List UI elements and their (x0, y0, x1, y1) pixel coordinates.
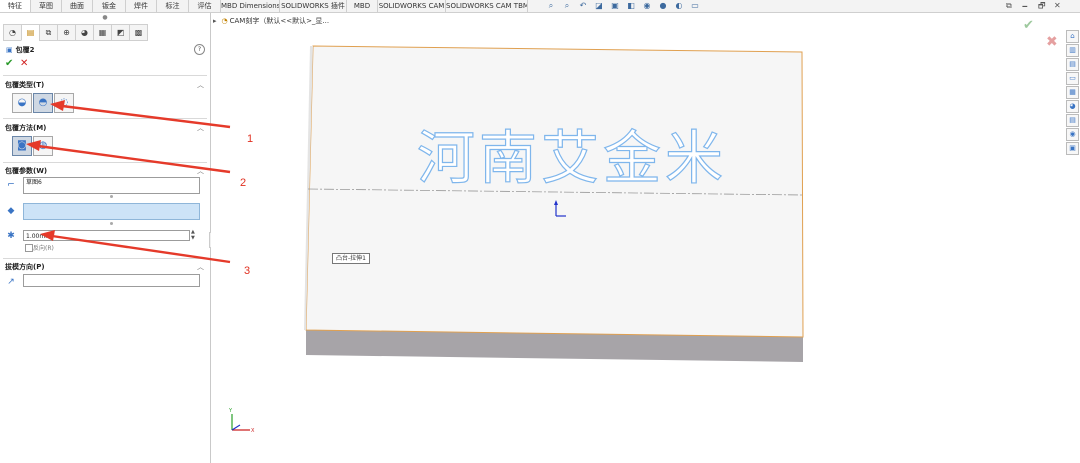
home-icon[interactable]: ⌂ (1066, 30, 1079, 43)
forum-icon[interactable]: ◉ (1066, 128, 1079, 141)
addins-icon[interactable]: ▣ (1066, 142, 1079, 155)
task-pane-tabs: ⌂ ▥ ▤ ▭ ▦ ◕ ▤ ◉ ▣ (1066, 30, 1079, 156)
view-palette-icon[interactable]: ▦ (1066, 86, 1079, 99)
confirm-cancel-icon[interactable]: ✖ (1046, 34, 1058, 50)
callout-label-2: 2 (240, 177, 247, 189)
wrapped-engraving-text[interactable]: 河南艾金米 (416, 127, 727, 188)
appearances-icon[interactable]: ◕ (1066, 100, 1079, 113)
arrow-2 (37, 144, 231, 174)
part-model: Y X (26, 45, 804, 434)
reference-triad: Y X (228, 408, 255, 434)
custom-properties-icon[interactable]: ▤ (1066, 114, 1079, 127)
design-library-icon[interactable]: ▤ (1066, 58, 1079, 71)
svg-text:X: X (251, 428, 255, 434)
resources-icon[interactable]: ▥ (1066, 44, 1079, 57)
arrow-3 (51, 234, 231, 264)
callout-label-3: 3 (244, 265, 251, 277)
arrow-1 (61, 104, 231, 129)
callout-label-1: 1 (247, 133, 254, 145)
confirm-ok-icon[interactable]: ✔ (1023, 18, 1034, 33)
feature-tooltip: 凸台-拉伸1 (332, 253, 370, 264)
file-explorer-icon[interactable]: ▭ (1066, 72, 1079, 85)
callout-arrows (26, 100, 231, 264)
svg-text:Y: Y (228, 408, 233, 414)
